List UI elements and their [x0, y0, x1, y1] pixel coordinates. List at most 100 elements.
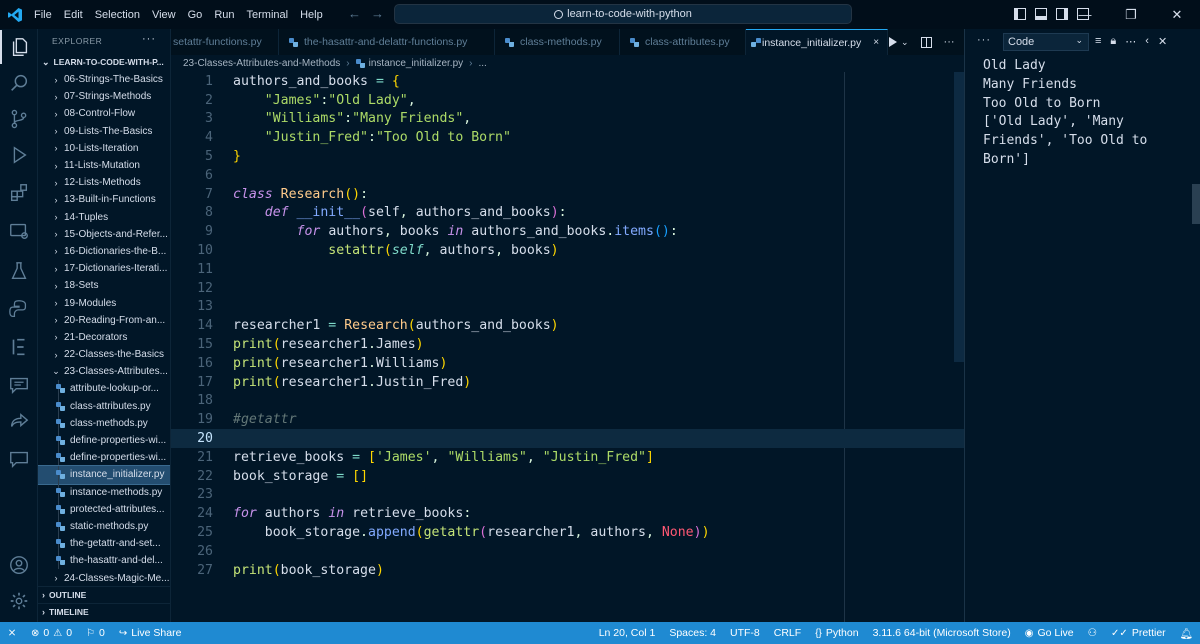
- emmet-e-icon[interactable]: [0, 330, 38, 364]
- settings-gear-icon[interactable]: [0, 584, 38, 618]
- menu-view[interactable]: View: [148, 9, 184, 21]
- breadcrumb-file[interactable]: instance_initializer.py: [369, 58, 464, 69]
- tree-folder[interactable]: › 21-Decorators: [38, 329, 170, 346]
- menu-terminal[interactable]: Terminal: [243, 9, 297, 21]
- remote-indicator-icon[interactable]: ⨯: [0, 622, 24, 644]
- indentation-setting[interactable]: Spaces: 4: [662, 622, 723, 644]
- problems-indicator[interactable]: ⊗ 0 ⚠ 0: [24, 622, 79, 644]
- menu-run[interactable]: Run: [210, 9, 242, 21]
- code-editor[interactable]: 1 authors_and_books = { 2 "James":"Old La…: [171, 72, 964, 622]
- tree-file[interactable]: the-hasattr-and-del...: [38, 552, 170, 570]
- menu-go[interactable]: Go: [184, 9, 211, 21]
- tree-folder[interactable]: › 07-Strings-Methods: [38, 88, 170, 105]
- tree-folder[interactable]: › 08-Control-Flow: [38, 105, 170, 122]
- breadcrumb-symbols[interactable]: ...: [478, 58, 486, 69]
- run-dropdown-chevron-icon[interactable]: ⌄: [901, 37, 909, 48]
- comments-icon[interactable]: [0, 368, 38, 402]
- workspace-root[interactable]: ⌄ LEARN-TO-CODE-WITH-P...: [38, 53, 170, 71]
- back-arrow-icon[interactable]: ←: [348, 6, 371, 21]
- chevron-left-icon[interactable]: ‹: [1145, 35, 1149, 48]
- tree-folder[interactable]: › 12-Lists-Methods: [38, 174, 170, 191]
- menu-help[interactable]: Help: [296, 9, 331, 21]
- cursor-position[interactable]: Ln 20, Col 1: [592, 622, 663, 644]
- tab-instance-initializer[interactable]: instance_initializer.py ×: [746, 29, 888, 55]
- notifications-bell-icon[interactable]: 🔔︎: [1173, 622, 1200, 644]
- python-icon[interactable]: [0, 292, 38, 326]
- run-debug-icon[interactable]: [0, 138, 38, 172]
- tree-folder[interactable]: › 09-Lists-The-Basics: [38, 123, 170, 140]
- copilot-icon[interactable]: ⚇: [1081, 622, 1104, 644]
- tree-file[interactable]: define-properties-wi...: [38, 449, 170, 467]
- encoding-setting[interactable]: UTF-8: [723, 622, 767, 644]
- outline-section[interactable]: › OUTLINE: [38, 586, 170, 603]
- lock-scroll-icon[interactable]: 🔒︎: [1110, 35, 1116, 48]
- menu-file[interactable]: File: [30, 9, 60, 21]
- remote-explorer-icon[interactable]: [0, 214, 38, 248]
- prettier-status[interactable]: ✓✓ Prettier: [1104, 622, 1173, 644]
- menu-edit[interactable]: Edit: [60, 9, 91, 21]
- split-editor-icon[interactable]: [920, 36, 932, 48]
- run-python-file-icon[interactable]: [889, 37, 897, 47]
- tree-file-selected[interactable]: instance_initializer.py: [38, 465, 170, 485]
- source-control-icon[interactable]: [0, 102, 38, 136]
- tree-file[interactable]: instance-methods.py: [38, 483, 170, 501]
- tree-file[interactable]: define-properties-wi...: [38, 431, 170, 450]
- chat-icon[interactable]: [0, 442, 38, 476]
- tab-class-attributes[interactable]: class-attributes.py: [620, 29, 746, 55]
- tree-file[interactable]: class-methods.py: [38, 414, 170, 432]
- tab-hasattr-delattr-functions[interactable]: the-hasattr-and-delattr-functions.py: [279, 29, 495, 55]
- tree-folder[interactable]: › 15-Objects-and-Refer...: [38, 226, 170, 243]
- testing-flask-icon[interactable]: [0, 254, 38, 288]
- maximize-icon[interactable]: ❐: [1108, 0, 1154, 29]
- timeline-section[interactable]: › TIMELINE: [38, 603, 170, 620]
- tree-file[interactable]: static-methods.py: [38, 517, 170, 536]
- breadcrumb-folder[interactable]: 23-Classes-Attributes-and-Methods: [183, 58, 340, 69]
- language-mode[interactable]: {} Python: [808, 622, 865, 644]
- extensions-icon[interactable]: [0, 176, 38, 210]
- account-icon[interactable]: [0, 548, 38, 582]
- tree-file[interactable]: protected-attributes...: [38, 500, 170, 518]
- python-interpreter[interactable]: 3.11.6 64-bit (Microsoft Store): [866, 622, 1018, 644]
- tree-folder[interactable]: › 10-Lists-Iteration: [38, 140, 170, 157]
- tree-folder[interactable]: › 11-Lists-Mutation: [38, 157, 170, 174]
- output-channel-select[interactable]: Code ⌄: [1003, 33, 1089, 51]
- tree-folder[interactable]: › 06-Strings-The-Basics: [38, 71, 170, 88]
- tree-folder[interactable]: › 20-Reading-From-an...: [38, 312, 170, 329]
- tree-folder[interactable]: › 14-Tuples: [38, 209, 170, 226]
- go-live-button[interactable]: ◉ Go Live: [1018, 622, 1081, 644]
- more-actions-icon[interactable]: ···: [142, 33, 156, 45]
- tree-folder-open[interactable]: ⌄ 23-Classes-Attributes...: [38, 363, 170, 380]
- toggle-primary-sidebar-icon[interactable]: [1014, 8, 1026, 20]
- clear-output-icon[interactable]: ≡: [1095, 35, 1101, 48]
- tree-folder[interactable]: › 24-Classes-Magic-Me...: [38, 569, 170, 586]
- tree-file[interactable]: class-attributes.py: [38, 397, 170, 415]
- close-tab-icon[interactable]: ×: [873, 37, 879, 48]
- toggle-panel-icon[interactable]: [1035, 8, 1047, 20]
- tree-folder[interactable]: › 19-Modules: [38, 294, 170, 311]
- eol-setting[interactable]: CRLF: [767, 622, 808, 644]
- tab-setattr-functions[interactable]: setattr-functions.py: [171, 29, 279, 55]
- close-panel-icon[interactable]: ✕: [1158, 35, 1167, 48]
- live-share-button[interactable]: ↪ Live Share: [112, 622, 189, 644]
- minimize-icon[interactable]: —: [1062, 0, 1108, 29]
- tree-folder[interactable]: › 18-Sets: [38, 277, 170, 294]
- more-actions-icon[interactable]: ⋯: [1125, 35, 1136, 48]
- close-window-icon[interactable]: ✕: [1154, 0, 1200, 29]
- editor-more-actions-icon[interactable]: ···: [944, 36, 955, 48]
- tree-file[interactable]: the-getattr-and-set...: [38, 535, 170, 553]
- tree-file[interactable]: attribute-lookup-or...: [38, 380, 170, 398]
- search-activity-icon[interactable]: [0, 66, 38, 100]
- tree-folder[interactable]: › 16-Dictionaries-the-B...: [38, 243, 170, 260]
- tree-folder[interactable]: › 22-Classes-the-Basics: [38, 346, 170, 363]
- explorer-icon[interactable]: [0, 30, 38, 64]
- forward-arrow-icon[interactable]: →: [371, 6, 394, 21]
- tab-class-methods[interactable]: class-methods.py: [495, 29, 620, 55]
- ports-indicator[interactable]: ⚐ 0: [79, 622, 112, 644]
- menu-selection[interactable]: Selection: [91, 9, 148, 21]
- tree-folder[interactable]: › 13-Built-in-Functions: [38, 191, 170, 208]
- panel-scrollbar[interactable]: [1192, 184, 1200, 224]
- live-share-icon[interactable]: [0, 404, 38, 438]
- tree-folder[interactable]: › 17-Dictionaries-Iterati...: [38, 260, 170, 277]
- panel-more-icon[interactable]: ···: [977, 34, 991, 46]
- command-center-search[interactable]: learn-to-code-with-python: [394, 4, 852, 24]
